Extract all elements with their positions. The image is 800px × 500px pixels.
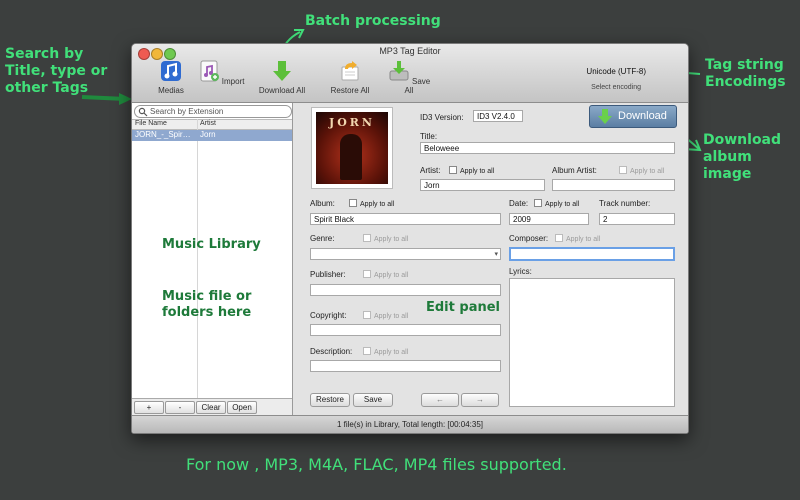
copyright-field[interactable]	[310, 324, 501, 336]
description-apply-to-all-checkbox[interactable]: Apply to all	[363, 347, 408, 356]
download-arrow-icon	[273, 61, 291, 81]
copyright-apply-to-all-checkbox[interactable]: Apply to all	[363, 311, 408, 320]
library-table-header: File Name Artist	[132, 119, 292, 130]
restore-icon	[341, 61, 359, 81]
artist-apply-to-all-checkbox[interactable]: Apply to all	[449, 166, 494, 175]
medias-button[interactable]: Medias	[146, 60, 196, 95]
description-field[interactable]	[310, 360, 501, 372]
annotation-edit-panel: Edit panel	[426, 300, 500, 315]
genre-select[interactable]: ▾	[310, 248, 501, 260]
lyrics-label: Lyrics:	[509, 267, 532, 276]
annotation-music-files: Music file or folders here	[162, 289, 252, 321]
import-label: Import	[221, 77, 245, 86]
chevron-down-icon: ▾	[494, 251, 498, 258]
publisher-field[interactable]	[310, 284, 501, 296]
open-button[interactable]: Open	[227, 401, 257, 414]
import-button[interactable]: Import	[196, 60, 246, 86]
library-footer: + - Clear Open	[132, 398, 292, 415]
annotation-encodings: Tag string Encodings	[705, 57, 786, 90]
encoding-select[interactable]: Unicode (UTF-8)	[586, 67, 646, 76]
save-icon	[389, 61, 409, 81]
music-library-icon	[161, 61, 181, 81]
genre-label: Genre:	[310, 234, 335, 243]
annotation-search: Search by Title, type or other Tags	[5, 46, 108, 96]
album-cover-image: JORN	[311, 107, 393, 189]
album-field[interactable]: Spirit Black	[310, 213, 501, 225]
genre-apply-to-all-checkbox[interactable]: Apply to all	[363, 234, 408, 243]
download-arrow-icon	[598, 109, 612, 124]
annotation-batch-processing: Batch processing	[305, 13, 441, 29]
date-label: Date:	[509, 199, 529, 208]
album-artist-apply-to-all-checkbox[interactable]: Apply to all	[619, 166, 664, 175]
artist-label: Artist:	[420, 166, 441, 175]
annotation-download-image: Download album image	[703, 132, 782, 182]
album-apply-to-all-checkbox[interactable]: Apply to all	[349, 199, 394, 208]
album-label: Album:	[310, 199, 335, 208]
restore-button[interactable]: Restore	[310, 393, 350, 407]
id3-version-label: ID3 Version:	[420, 113, 464, 122]
album-artist-field[interactable]	[552, 179, 675, 191]
id3-version-select[interactable]: ID3 V2.4.0	[473, 110, 523, 122]
publisher-label: Publisher:	[310, 270, 346, 279]
artist-field[interactable]: Jorn	[420, 179, 545, 191]
edit-panel: JORN ID3 Version: ID3 V2.4.0 Download Ti…	[293, 103, 688, 415]
title-field[interactable]: Beloweee	[420, 142, 675, 154]
save-button[interactable]: Save	[353, 393, 393, 407]
remove-file-button[interactable]: -	[165, 401, 195, 414]
download-all-button[interactable]: Download All	[257, 60, 307, 95]
download-button-label: Download	[618, 110, 667, 122]
app-window: MP3 Tag Editor Medias Import Download Al…	[131, 43, 689, 434]
column-divider	[197, 119, 198, 403]
row-file-name: JORN_-_Spir…	[135, 130, 191, 139]
restore-all-button[interactable]: Restore All	[325, 60, 375, 95]
description-label: Description:	[310, 347, 353, 356]
table-row[interactable]: JORN_-_Spir… Jorn	[132, 130, 292, 141]
title-bar: MP3 Tag Editor Medias Import Download Al…	[132, 44, 688, 103]
music-library-panel: Search by Extension File Name Artist JOR…	[132, 103, 293, 415]
restore-all-label: Restore All	[330, 86, 370, 95]
search-placeholder: Search by Extension	[150, 107, 224, 116]
track-number-label: Track number:	[599, 199, 651, 208]
date-field[interactable]: 2009	[509, 213, 589, 225]
publisher-apply-to-all-checkbox[interactable]: Apply to all	[363, 270, 408, 279]
date-apply-to-all-checkbox[interactable]: Apply to all	[534, 199, 579, 208]
next-file-button[interactable]: →	[461, 393, 499, 407]
composer-field[interactable]	[509, 247, 675, 261]
add-file-button[interactable]: +	[134, 401, 164, 414]
row-artist: Jorn	[200, 130, 216, 139]
encoding-label: Select encoding	[591, 84, 641, 91]
clear-button[interactable]: Clear	[196, 401, 226, 414]
column-artist[interactable]: Artist	[200, 120, 216, 127]
annotation-music-library: Music Library	[162, 237, 261, 252]
album-cover-text: JORN	[329, 116, 375, 129]
album-artist-label: Album Artist:	[552, 166, 597, 175]
medias-label: Medias	[158, 86, 184, 95]
previous-file-button[interactable]: ←	[421, 393, 459, 407]
composer-label: Composer:	[509, 234, 549, 243]
lyrics-textarea[interactable]	[509, 278, 675, 407]
status-bar: 1 file(s) in Library, Total length: [00:…	[132, 415, 688, 433]
download-album-image-button[interactable]: Download	[589, 105, 677, 128]
annotation-supported-formats: For now , MP3, M4A, FLAC, MP4 files supp…	[186, 455, 567, 474]
search-input[interactable]: Search by Extension	[134, 105, 292, 118]
window-title: MP3 Tag Editor	[379, 46, 441, 56]
track-number-field[interactable]: 2	[599, 213, 675, 225]
save-all-button[interactable]: Save All	[384, 60, 434, 95]
column-file-name[interactable]: File Name	[135, 120, 167, 127]
composer-apply-to-all-checkbox[interactable]: Apply to all	[555, 234, 600, 243]
import-music-icon	[200, 60, 219, 82]
download-all-label: Download All	[258, 86, 306, 95]
title-label: Title:	[420, 132, 438, 141]
copyright-label: Copyright:	[310, 311, 347, 320]
search-icon	[138, 107, 148, 117]
